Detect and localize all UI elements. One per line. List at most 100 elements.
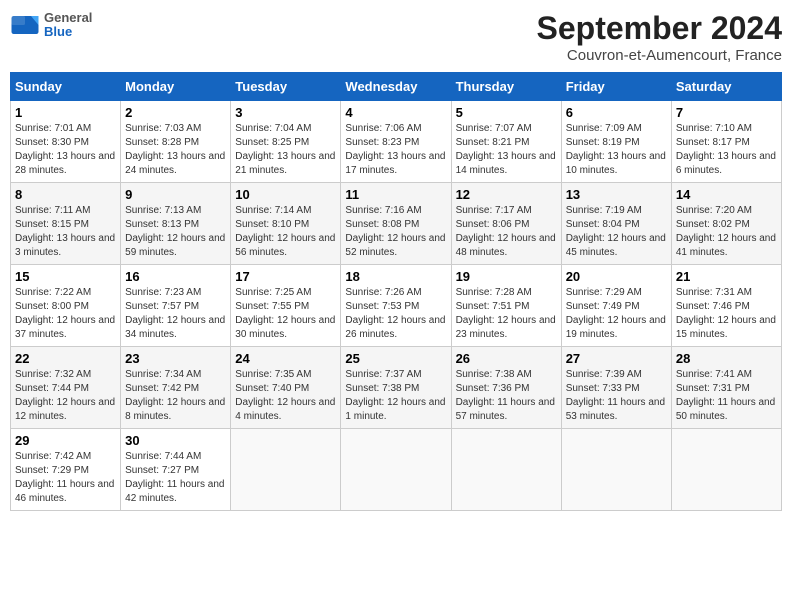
day-number: 23 [125,351,226,366]
calendar-day-cell: 8 Sunrise: 7:11 AM Sunset: 8:15 PM Daylig… [11,183,121,265]
day-info: Sunrise: 7:07 AM Sunset: 8:21 PM Dayligh… [456,122,557,178]
day-info: Sunrise: 7:16 AM Sunset: 8:08 PM Dayligh… [345,204,446,260]
calendar-day-cell: 9 Sunrise: 7:13 AM Sunset: 8:13 PM Daylig… [121,183,231,265]
calendar-day-cell: 17 Sunrise: 7:25 AM Sunset: 7:55 PM Dayli… [231,265,341,347]
day-info: Sunrise: 7:32 AM Sunset: 7:44 PM Dayligh… [15,368,116,424]
day-number: 20 [566,269,667,284]
day-info: Sunrise: 7:09 AM Sunset: 8:19 PM Dayligh… [566,122,667,178]
calendar-week-row: 8 Sunrise: 7:11 AM Sunset: 8:15 PM Daylig… [11,183,782,265]
day-info: Sunrise: 7:25 AM Sunset: 7:55 PM Dayligh… [235,286,336,342]
calendar-day-cell: 7 Sunrise: 7:10 AM Sunset: 8:17 PM Daylig… [671,101,781,183]
calendar-day-cell [341,429,451,511]
calendar-day-cell: 21 Sunrise: 7:31 AM Sunset: 7:46 PM Dayli… [671,265,781,347]
calendar-title: September 2024 [537,10,782,47]
calendar-day-cell: 15 Sunrise: 7:22 AM Sunset: 8:00 PM Dayli… [11,265,121,347]
calendar-day-cell: 14 Sunrise: 7:20 AM Sunset: 8:02 PM Dayli… [671,183,781,265]
calendar-day-cell: 25Sunrise: 7:37 AM Sunset: 7:38 PM Dayli… [341,347,451,429]
day-number: 13 [566,187,667,202]
day-of-week-header: Wednesday [341,73,451,101]
day-info: Sunrise: 7:44 AM Sunset: 7:27 PM Dayligh… [125,450,226,506]
calendar-week-row: 22 Sunrise: 7:32 AM Sunset: 7:44 PM Dayli… [11,347,782,429]
calendar-day-cell: 29Sunrise: 7:42 AM Sunset: 7:29 PM Dayli… [11,429,121,511]
day-info: Sunrise: 7:38 AM Sunset: 7:36 PM Dayligh… [456,368,557,424]
day-number: 25 [345,351,446,366]
calendar-day-cell: 20 Sunrise: 7:29 AM Sunset: 7:49 PM Dayli… [561,265,671,347]
calendar-day-cell [561,429,671,511]
day-number: 5 [456,105,557,120]
day-info: Sunrise: 7:39 AM Sunset: 7:33 PM Dayligh… [566,368,667,424]
day-number: 2 [125,105,226,120]
day-of-week-header: Thursday [451,73,561,101]
calendar-day-cell [231,429,341,511]
calendar-week-row: 1Sunrise: 7:01 AM Sunset: 8:30 PM Daylig… [11,101,782,183]
logo-general: General [44,11,92,25]
day-of-week-header: Sunday [11,73,121,101]
day-number: 22 [15,351,116,366]
day-number: 18 [345,269,446,284]
calendar-day-cell [671,429,781,511]
day-number: 4 [345,105,446,120]
day-number: 3 [235,105,336,120]
day-number: 16 [125,269,226,284]
calendar-day-cell: 27 Sunrise: 7:39 AM Sunset: 7:33 PM Dayli… [561,347,671,429]
day-number: 8 [15,187,116,202]
day-of-week-header: Friday [561,73,671,101]
calendar-week-row: 15 Sunrise: 7:22 AM Sunset: 8:00 PM Dayli… [11,265,782,347]
logo: General Blue [10,10,92,40]
day-info: Sunrise: 7:13 AM Sunset: 8:13 PM Dayligh… [125,204,226,260]
day-info: Sunrise: 7:29 AM Sunset: 7:49 PM Dayligh… [566,286,667,342]
calendar-day-cell: 24 Sunrise: 7:35 AM Sunset: 7:40 PM Dayli… [231,347,341,429]
day-of-week-header: Saturday [671,73,781,101]
calendar-day-cell: 19 Sunrise: 7:28 AM Sunset: 7:51 PM Dayli… [451,265,561,347]
day-number: 21 [676,269,777,284]
day-number: 15 [15,269,116,284]
day-number: 24 [235,351,336,366]
day-info: Sunrise: 7:10 AM Sunset: 8:17 PM Dayligh… [676,122,777,178]
calendar-day-cell [451,429,561,511]
day-info: Sunrise: 7:35 AM Sunset: 7:40 PM Dayligh… [235,368,336,424]
logo-text: General Blue [44,11,92,40]
calendar-day-cell: 10Sunrise: 7:14 AM Sunset: 8:10 PM Dayli… [231,183,341,265]
calendar-day-cell: 30 Sunrise: 7:44 AM Sunset: 7:27 PM Dayli… [121,429,231,511]
day-number: 1 [15,105,116,120]
calendar-day-cell: 3 Sunrise: 7:04 AM Sunset: 8:25 PM Daylig… [231,101,341,183]
day-of-week-header: Monday [121,73,231,101]
day-number: 11 [345,187,446,202]
calendar-day-cell: 12Sunrise: 7:17 AM Sunset: 8:06 PM Dayli… [451,183,561,265]
day-number: 7 [676,105,777,120]
calendar-subtitle: Couvron-et-Aumencourt, France [537,47,782,64]
calendar-day-cell: 23Sunrise: 7:34 AM Sunset: 7:42 PM Dayli… [121,347,231,429]
calendar-header-row: SundayMondayTuesdayWednesdayThursdayFrid… [11,73,782,101]
logo-blue: Blue [44,25,92,39]
calendar-day-cell: 26Sunrise: 7:38 AM Sunset: 7:36 PM Dayli… [451,347,561,429]
day-info: Sunrise: 7:06 AM Sunset: 8:23 PM Dayligh… [345,122,446,178]
calendar-day-cell: 22 Sunrise: 7:32 AM Sunset: 7:44 PM Dayli… [11,347,121,429]
day-info: Sunrise: 7:04 AM Sunset: 8:25 PM Dayligh… [235,122,336,178]
day-info: Sunrise: 7:20 AM Sunset: 8:02 PM Dayligh… [676,204,777,260]
day-number: 9 [125,187,226,202]
calendar-day-cell: 6 Sunrise: 7:09 AM Sunset: 8:19 PM Daylig… [561,101,671,183]
calendar-day-cell: 2Sunrise: 7:03 AM Sunset: 8:28 PM Daylig… [121,101,231,183]
calendar-day-cell: 4 Sunrise: 7:06 AM Sunset: 8:23 PM Daylig… [341,101,451,183]
day-number: 6 [566,105,667,120]
day-number: 27 [566,351,667,366]
logo-icon [10,10,40,40]
calendar-day-cell: 1Sunrise: 7:01 AM Sunset: 8:30 PM Daylig… [11,101,121,183]
day-number: 14 [676,187,777,202]
day-number: 10 [235,187,336,202]
calendar-day-cell: 13Sunrise: 7:19 AM Sunset: 8:04 PM Dayli… [561,183,671,265]
day-info: Sunrise: 7:31 AM Sunset: 7:46 PM Dayligh… [676,286,777,342]
day-info: Sunrise: 7:11 AM Sunset: 8:15 PM Dayligh… [15,204,116,260]
calendar-day-cell: 5 Sunrise: 7:07 AM Sunset: 8:21 PM Daylig… [451,101,561,183]
day-number: 17 [235,269,336,284]
day-number: 29 [15,433,116,448]
day-info: Sunrise: 7:22 AM Sunset: 8:00 PM Dayligh… [15,286,116,342]
page-header: General Blue September 2024 Couvron-et-A… [10,10,782,64]
day-number: 30 [125,433,226,448]
calendar-day-cell: 28Sunrise: 7:41 AM Sunset: 7:31 PM Dayli… [671,347,781,429]
day-of-week-header: Tuesday [231,73,341,101]
day-info: Sunrise: 7:41 AM Sunset: 7:31 PM Dayligh… [676,368,777,424]
day-number: 19 [456,269,557,284]
day-info: Sunrise: 7:28 AM Sunset: 7:51 PM Dayligh… [456,286,557,342]
calendar-week-row: 29Sunrise: 7:42 AM Sunset: 7:29 PM Dayli… [11,429,782,511]
